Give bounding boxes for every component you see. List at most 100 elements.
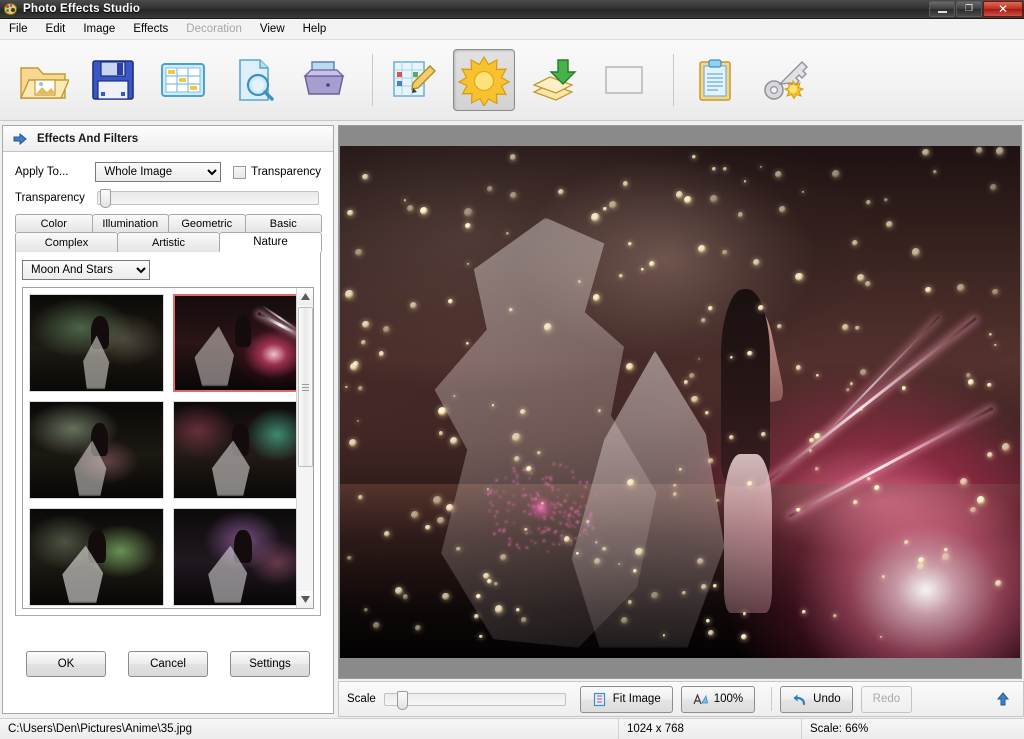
clipboard-icon xyxy=(699,59,731,101)
menu-edit[interactable]: Edit xyxy=(37,20,75,38)
bottom-separator xyxy=(771,687,773,711)
menu-image[interactable]: Image xyxy=(74,20,124,38)
palette-icon xyxy=(4,2,18,16)
effect-thumbnail-1[interactable] xyxy=(29,294,164,392)
settings-button[interactable]: Settings xyxy=(230,651,310,677)
scrollbar-thumb[interactable] xyxy=(298,307,313,467)
menu-decoration: Decoration xyxy=(186,23,242,35)
effect-thumbnail-5[interactable] xyxy=(29,508,164,606)
palette-pencil-icon xyxy=(393,61,436,97)
clipboard-button[interactable] xyxy=(684,49,746,111)
effect-category-tabs: Color Illumination Geometric Basic Compl… xyxy=(15,214,322,616)
nature-tab-panel: Moon And Stars xyxy=(15,251,321,616)
open-image-button[interactable] xyxy=(12,49,74,111)
minimize-icon[interactable] xyxy=(929,1,955,17)
undo-button[interactable]: Undo xyxy=(780,685,853,713)
photo-sparkle-burst xyxy=(476,453,606,564)
menu-help[interactable]: Help xyxy=(294,20,336,38)
scroll-up-arrow-icon[interactable] xyxy=(297,288,313,305)
tab-geometric[interactable]: Geometric xyxy=(168,214,246,232)
edited-photo xyxy=(340,146,1020,658)
redo-button: Redo xyxy=(860,685,913,713)
image-canvas[interactable] xyxy=(338,125,1022,679)
scrollbar-grip-icon xyxy=(302,382,309,393)
document-magnifier-icon xyxy=(239,59,274,101)
layers-import-button[interactable] xyxy=(523,49,585,111)
effects-panel: Effects And Filters Apply To... Whole Im… xyxy=(2,125,334,714)
status-dimensions: 1024 x 768 xyxy=(627,723,684,735)
tab-complex[interactable]: Complex xyxy=(15,232,118,252)
transparency-checkbox-wrap[interactable]: Transparency xyxy=(233,165,321,179)
status-scale: Scale: 66% xyxy=(810,723,869,735)
effects-filters-button[interactable] xyxy=(453,49,515,111)
blue-arrow-right-icon xyxy=(13,132,27,145)
effect-thumbnail-6[interactable] xyxy=(172,508,307,606)
printer-icon xyxy=(303,61,345,95)
effect-thumbnail-grid xyxy=(23,288,313,608)
scroll-down-arrow-icon[interactable] xyxy=(297,591,313,608)
menu-view[interactable]: View xyxy=(251,20,294,38)
window-title: Photo Effects Studio xyxy=(23,3,141,15)
effect-thumbnail-2[interactable] xyxy=(172,294,307,392)
transparency-slider[interactable] xyxy=(97,189,319,208)
edit-palette-button[interactable] xyxy=(383,49,445,111)
undo-label: Undo xyxy=(813,693,841,705)
empty-frame-icon xyxy=(605,66,643,94)
effect-thumbnail-3[interactable] xyxy=(29,401,164,499)
window-controls: ❐ ✕ xyxy=(928,1,1023,17)
key-sun-icon xyxy=(764,61,808,100)
canvas-bottom-bar: Scale Fit Image 100% Undo Redo xyxy=(338,681,1024,717)
scale-slider[interactable] xyxy=(383,690,566,710)
effect-thumbnail-4[interactable] xyxy=(172,401,307,499)
title-bar: Photo Effects Studio ❐ ✕ xyxy=(0,0,1024,19)
panel-header: Effects And Filters xyxy=(3,126,333,152)
main-toolbar xyxy=(0,40,1024,121)
menu-effects[interactable]: Effects xyxy=(124,20,177,38)
tab-artistic[interactable]: Artistic xyxy=(117,232,220,252)
zoom-100-button[interactable]: 100% xyxy=(680,685,756,713)
status-bar: C:\Users\Den\Pictures\Anime\35.jpg 1024 … xyxy=(0,718,1024,739)
tab-nature[interactable]: Nature xyxy=(219,232,322,252)
page-title: Effects And Filters xyxy=(37,132,139,145)
cancel-button[interactable]: Cancel xyxy=(128,651,208,677)
photo-woman-figure xyxy=(707,289,786,614)
fit-page-icon xyxy=(593,692,605,706)
menu-file[interactable]: File xyxy=(0,20,37,38)
effect-select[interactable]: Moon And Stars xyxy=(22,260,150,280)
apply-to-row: Apply To... Whole Image Transparency xyxy=(15,162,321,182)
key-settings-button[interactable] xyxy=(754,49,816,111)
frame-button[interactable] xyxy=(593,49,655,111)
transparency-slider-label: Transparency xyxy=(15,192,85,204)
tab-color[interactable]: Color xyxy=(15,214,93,232)
panel-action-buttons: OK Cancel Settings xyxy=(3,651,333,677)
tab-illumination[interactable]: Illumination xyxy=(91,214,169,232)
open-folder-icon xyxy=(19,67,69,99)
transparency-slider-row: Transparency xyxy=(15,189,321,208)
scale-slider-thumb[interactable] xyxy=(396,690,408,710)
thumbnail-scrollbar[interactable] xyxy=(296,288,313,608)
redo-label: Redo xyxy=(872,693,901,705)
preview-button[interactable] xyxy=(222,49,284,111)
apply-to-label: Apply To... xyxy=(15,166,69,178)
close-icon[interactable]: ✕ xyxy=(983,1,1023,17)
toolbar-separator-1 xyxy=(372,54,373,106)
print-button[interactable] xyxy=(292,49,354,111)
fit-image-button[interactable]: Fit Image xyxy=(579,685,673,713)
layers-download-icon xyxy=(532,59,577,101)
transparency-slider-thumb[interactable] xyxy=(100,189,111,208)
apply-to-select[interactable]: Whole Image xyxy=(95,162,222,182)
tab-row-2: Complex Artistic Nature xyxy=(15,232,322,252)
save-image-button[interactable] xyxy=(82,49,144,111)
menu-bar: File Edit Image Effects Decoration View … xyxy=(0,19,1024,40)
blue-arrow-up-icon[interactable] xyxy=(995,691,1011,707)
restore-icon[interactable]: ❐ xyxy=(956,1,982,17)
batch-processing-button[interactable] xyxy=(152,49,214,111)
toolbar-separator-2 xyxy=(673,54,674,106)
transparency-checkbox[interactable] xyxy=(233,165,247,179)
sun-icon xyxy=(458,55,510,106)
ok-button[interactable]: OK xyxy=(26,651,106,677)
fit-image-label: Fit Image xyxy=(612,693,661,705)
floppy-save-icon xyxy=(92,60,134,100)
tab-row-1: Color Illumination Geometric Basic xyxy=(15,214,322,232)
tab-basic[interactable]: Basic xyxy=(244,214,322,232)
